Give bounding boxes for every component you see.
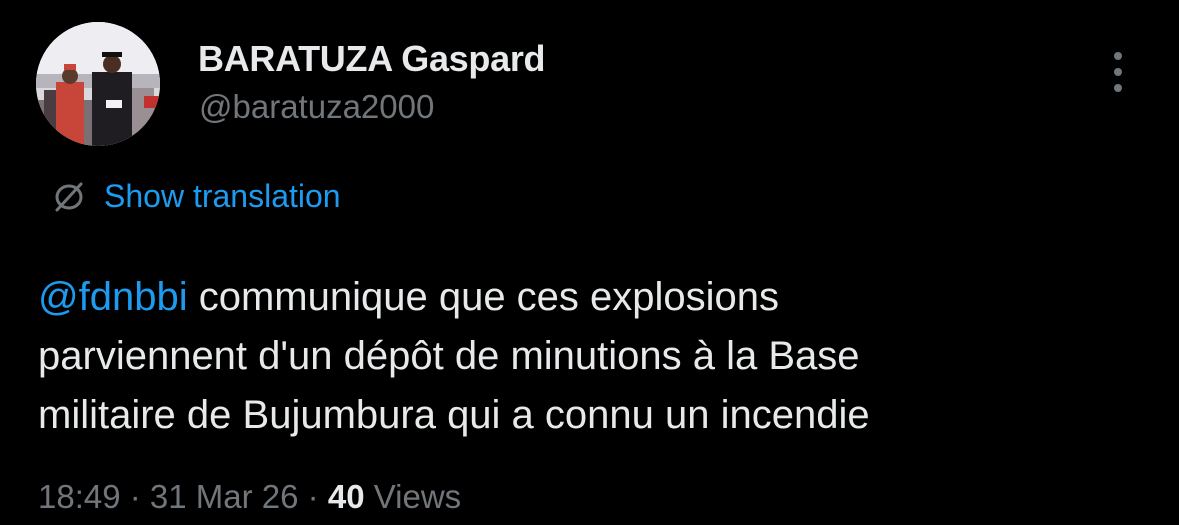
meta-separator: · bbox=[298, 478, 328, 515]
more-dot bbox=[1114, 52, 1122, 60]
tweet-date[interactable]: 31 Mar 26 bbox=[150, 478, 299, 515]
mention-link[interactable]: @fdnbbi bbox=[38, 275, 188, 319]
tweet-text: @fdnbbi communique que ces explosions pa… bbox=[38, 268, 1148, 445]
display-name[interactable]: BARATUZA Gaspard bbox=[198, 38, 546, 80]
show-translation-label: Show translation bbox=[104, 178, 341, 214]
meta-separator: · bbox=[120, 478, 150, 515]
more-options-icon[interactable] bbox=[1100, 52, 1136, 92]
tweet-text-segment: communique que ces explosions bbox=[187, 275, 780, 319]
avatar-photo bbox=[36, 22, 160, 146]
tweet-time[interactable]: 18:49 bbox=[38, 478, 121, 515]
tweet-line: militaire de Bujumbura qui a connu un in… bbox=[38, 393, 870, 437]
globe-icon bbox=[55, 182, 83, 211]
show-translation-button[interactable]: Show translation bbox=[52, 178, 341, 215]
more-dot bbox=[1114, 68, 1122, 76]
tweet-meta: 18:49 · 31 Mar 26 · 40 Views bbox=[38, 478, 461, 516]
tweet-line: parviennent d'un dépôt de minutions à la… bbox=[38, 334, 860, 378]
more-dot bbox=[1114, 84, 1122, 92]
views-count[interactable]: 40 bbox=[328, 478, 365, 515]
avatar[interactable] bbox=[36, 22, 160, 146]
views-label: Views bbox=[364, 478, 462, 515]
user-handle[interactable]: @baratuza2000 bbox=[199, 88, 434, 126]
tweet-line: @fdnbbi communique que ces explosions bbox=[38, 268, 1148, 327]
